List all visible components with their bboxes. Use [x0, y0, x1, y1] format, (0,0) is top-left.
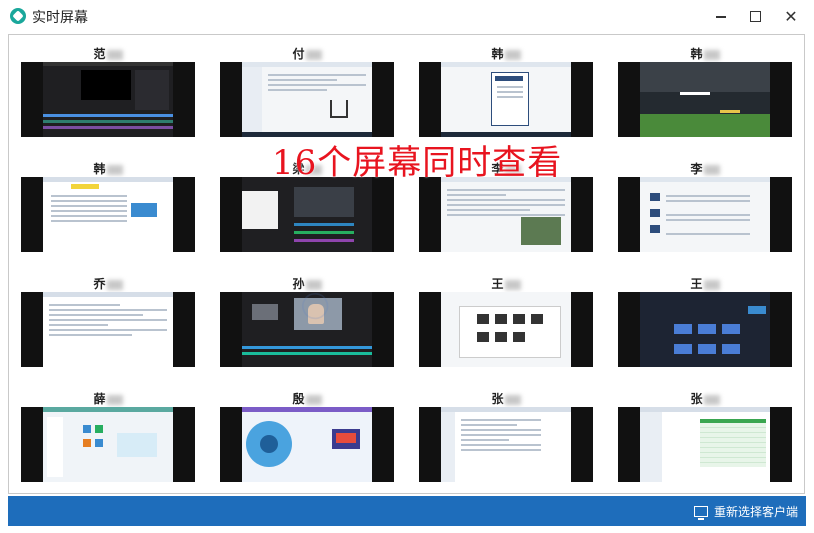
client-tile[interactable]: 韩 — [618, 47, 792, 151]
client-screen[interactable] — [220, 407, 394, 482]
client-tile[interactable]: 王 — [618, 277, 792, 381]
client-screen[interactable] — [618, 62, 792, 137]
maximize-icon — [749, 10, 761, 22]
client-screen[interactable] — [419, 407, 593, 482]
minimize-icon — [716, 16, 726, 18]
client-tile[interactable]: 王 — [419, 277, 593, 381]
client-name: 范 — [93, 47, 106, 61]
client-screen[interactable] — [220, 177, 394, 252]
client-name: 乔 — [93, 277, 106, 291]
maximize-button[interactable] — [740, 4, 770, 28]
client-name: 王 — [491, 277, 504, 291]
client-name: 孙 — [292, 277, 305, 291]
reselect-client-label: 重新选择客户端 — [713, 504, 798, 519]
client-name: 薛 — [93, 392, 106, 406]
client-screen[interactable] — [618, 407, 792, 482]
client-name: 王 — [690, 277, 703, 291]
client-tile[interactable]: 李 — [618, 162, 792, 266]
client-name: 韩 — [93, 162, 106, 176]
client-screen[interactable] — [21, 292, 195, 367]
client-screen[interactable] — [220, 62, 394, 137]
client-tile[interactable]: 张 — [419, 392, 593, 496]
client-name: 殷 — [292, 392, 305, 406]
screens-panel: 范 付 韩 韩 韩 梁 李 李 乔 孙 王 王 薛 殷 张 张 — [8, 34, 805, 494]
client-screen[interactable] — [419, 292, 593, 367]
close-button[interactable]: ✕ — [776, 4, 806, 28]
monitor-icon — [693, 505, 708, 520]
title-bar: 实时屏幕 ✕ — [0, 0, 814, 34]
client-screen[interactable] — [618, 292, 792, 367]
client-name: 韩 — [491, 47, 504, 61]
client-name: 张 — [690, 392, 703, 406]
client-name: 付 — [292, 47, 305, 61]
minimize-button[interactable] — [706, 4, 736, 28]
client-tile[interactable]: 殷 — [220, 392, 394, 496]
client-screen[interactable] — [419, 62, 593, 137]
client-tile[interactable]: 张 — [618, 392, 792, 496]
client-screen[interactable] — [419, 177, 593, 252]
reselect-client-button[interactable]: 重新选择客户端 — [693, 502, 798, 520]
client-name: 张 — [491, 392, 504, 406]
client-screen[interactable] — [21, 62, 195, 137]
screen-grid: 范 付 韩 韩 韩 梁 李 李 乔 孙 王 王 薛 殷 张 张 — [21, 47, 792, 496]
client-tile[interactable]: 范 — [21, 47, 195, 151]
client-tile[interactable]: 薛 — [21, 392, 195, 496]
client-name: 韩 — [690, 47, 703, 61]
client-tile[interactable]: 乔 — [21, 277, 195, 381]
client-screen[interactable] — [21, 407, 195, 482]
app-logo-icon — [10, 8, 26, 24]
client-screen[interactable] — [21, 177, 195, 252]
footer-bar: 重新选择客户端 — [8, 496, 806, 526]
close-icon: ✕ — [784, 6, 798, 26]
client-tile[interactable]: 韩 — [21, 162, 195, 266]
client-name: 李 — [690, 162, 703, 176]
client-screen[interactable] — [618, 177, 792, 252]
promo-caption: 16个屏幕同时查看 — [272, 143, 563, 183]
window-title: 实时屏幕 — [32, 10, 88, 26]
